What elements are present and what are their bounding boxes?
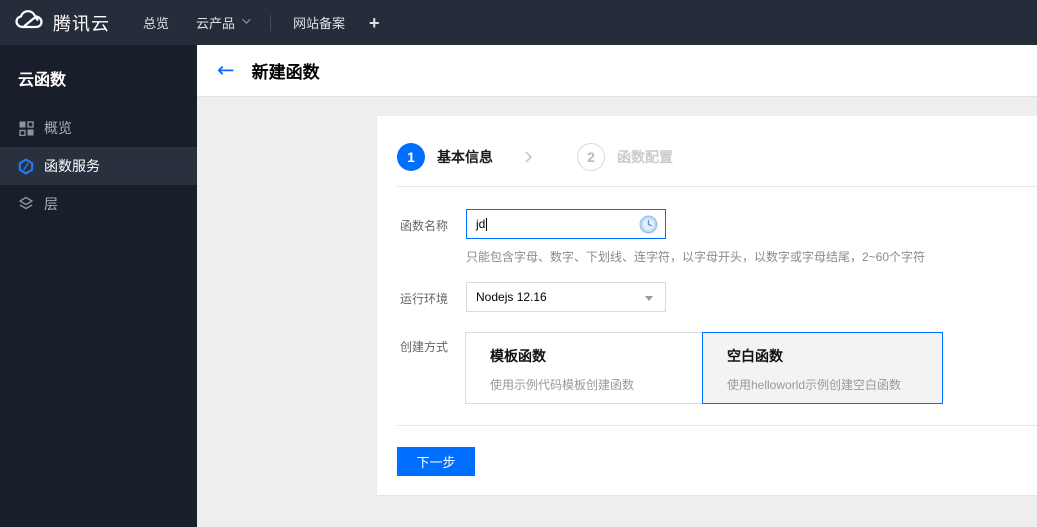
select-caret-icon (645, 296, 653, 301)
layers-icon (18, 196, 34, 212)
runtime-label: 运行环境 (400, 292, 449, 306)
runtime-select[interactable]: Nodejs 12.16 (466, 282, 666, 312)
sidebar-item-overview[interactable]: 概览 (0, 109, 197, 147)
create-function-panel: 1 基本信息 2 函数配置 函数名称 jd 只能包含字母、数字、下划线、连字符，… (377, 116, 1037, 495)
chevron-down-icon (242, 15, 251, 24)
sidebar-item-function-service[interactable]: 函数服务 (0, 147, 197, 185)
card-template-function[interactable]: 模板函数 使用示例代码模板创建函数 (465, 332, 703, 404)
card-title: 模板函数 (490, 348, 546, 364)
runtime-selected-value: Nodejs 12.16 (476, 290, 547, 304)
sidebar: 云函数 概览 函数服务 层 (0, 45, 197, 527)
text-cursor (486, 217, 488, 231)
next-step-button[interactable]: 下一步 (397, 447, 475, 476)
nav-divider (270, 14, 272, 31)
add-tab-icon[interactable]: + (369, 14, 380, 32)
page-title: 新建函数 (251, 63, 320, 82)
card-blank-function[interactable]: 空白函数 使用helloworld示例创建空白函数 (702, 332, 943, 404)
hexagon-function-icon (18, 158, 34, 175)
divider (397, 425, 1037, 426)
card-title: 空白函数 (727, 348, 783, 364)
step-2-label: 函数配置 (617, 149, 673, 165)
cloud-logo-icon (14, 9, 44, 36)
creation-method-label: 创建方式 (400, 340, 449, 354)
card-description: 使用helloworld示例创建空白函数 (727, 378, 902, 392)
nav-item-overview[interactable]: 总览 (143, 13, 169, 32)
brand-name: 腾讯云 (53, 13, 110, 34)
top-nav-bar: 腾讯云 总览 云产品 网站备案 + (0, 0, 1037, 45)
divider (397, 186, 1037, 187)
chevron-right-icon (524, 150, 533, 164)
grid-icon (18, 120, 34, 136)
function-name-label: 函数名称 (400, 219, 449, 233)
function-name-input[interactable]: jd (466, 209, 666, 239)
function-name-help: 只能包含字母、数字、下划线、连字符，以字母开头，以数字或字母结尾，2~60个字符 (466, 250, 926, 264)
sidebar-title: 云函数 (18, 72, 67, 89)
nav-item-website-filing[interactable]: 网站备案 (293, 13, 345, 32)
card-description: 使用示例代码模板创建函数 (490, 378, 635, 392)
tencent-cloud-logo[interactable]: 腾讯云 (14, 9, 110, 36)
step-2-circle: 2 (577, 143, 605, 171)
step-1-label: 基本信息 (437, 149, 493, 165)
nav-item-cloud-products[interactable]: 云产品 (196, 13, 251, 32)
clock-icon[interactable] (639, 215, 658, 237)
function-name-value: jd (476, 217, 486, 231)
sidebar-item-layers[interactable]: 层 (0, 185, 197, 223)
step-1-circle: 1 (397, 143, 425, 171)
sidebar-item-label: 概览 (44, 120, 72, 136)
tencent-cloud-console: 腾讯云 总览 云产品 网站备案 + 云函数 概览 函数服务 层 ← 新建函数 1… (0, 0, 1037, 527)
nav-item-cloud-products-label: 云产品 (196, 16, 236, 31)
creation-method-cards: 模板函数 使用示例代码模板创建函数 空白函数 使用helloworld示例创建空… (465, 332, 943, 404)
back-arrow-icon[interactable]: ← (217, 60, 235, 81)
step-indicator: 1 基本信息 2 函数配置 (397, 143, 673, 171)
main-area: ← 新建函数 1 基本信息 2 函数配置 函数名称 jd 只能包含字母、数字、下… (197, 45, 1037, 527)
page-header: ← 新建函数 (197, 45, 1037, 97)
sidebar-item-label: 函数服务 (44, 158, 100, 174)
sidebar-item-label: 层 (44, 196, 58, 212)
